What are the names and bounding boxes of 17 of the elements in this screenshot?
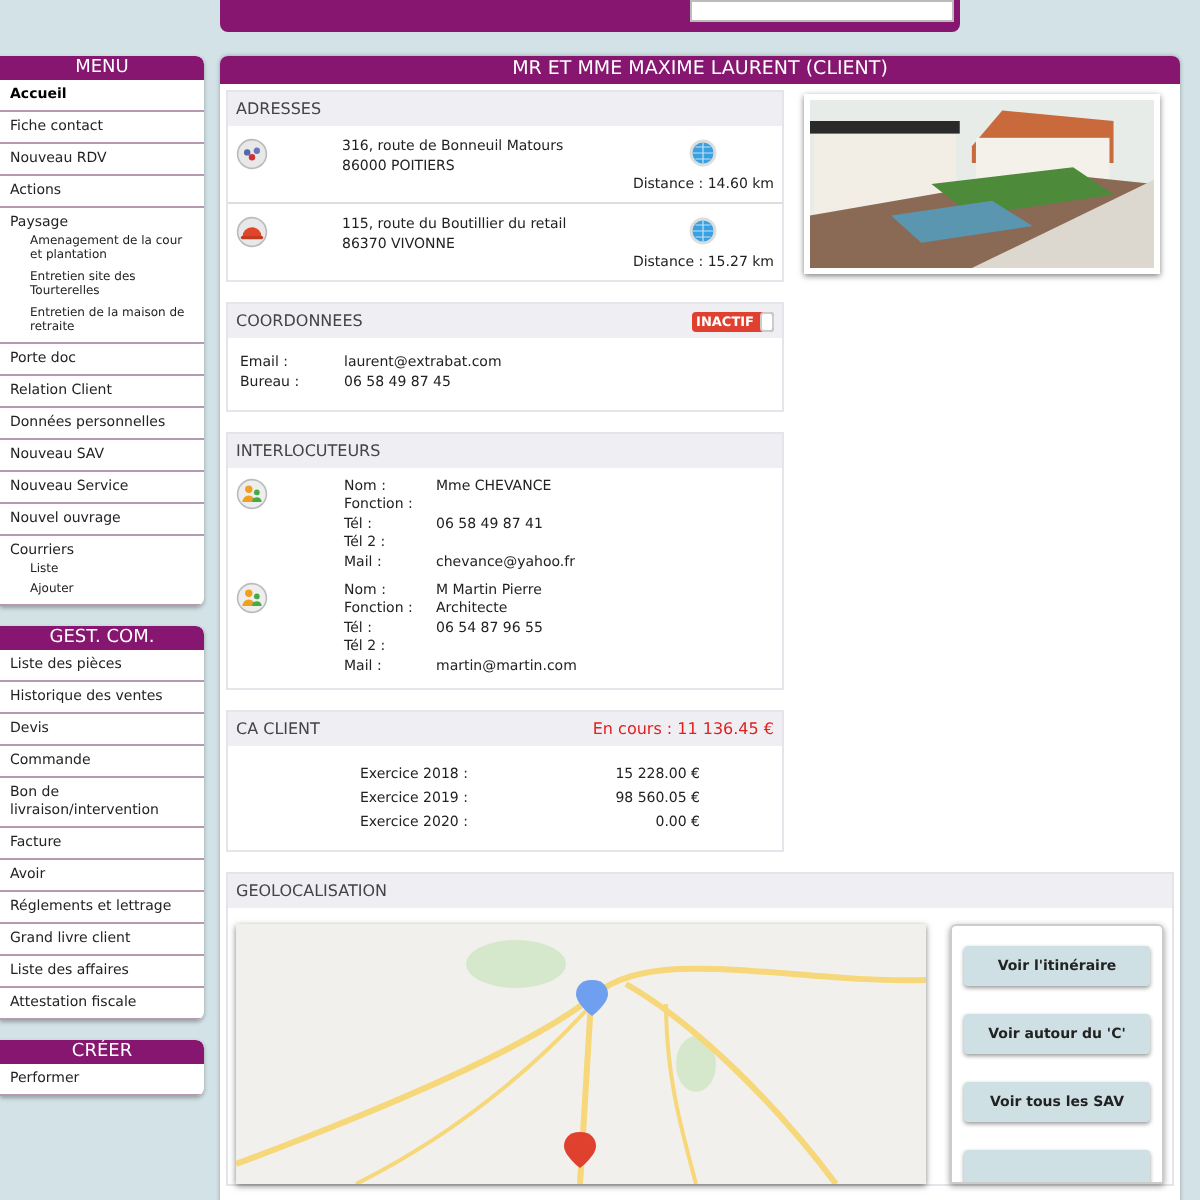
- menu-header: CRÉER: [0, 1040, 204, 1064]
- menu-header: MENU: [0, 56, 204, 80]
- current-revenue: En cours : 11 136.45 €: [592, 720, 774, 739]
- people-icon: [236, 582, 268, 615]
- hard-hat-icon: [236, 216, 268, 248]
- network-icon: [236, 138, 268, 170]
- section-title: COORDONNEES: [236, 312, 363, 330]
- search-field[interactable]: [690, 0, 954, 22]
- section-title: INTERLOCUTEURS: [236, 442, 381, 460]
- people-icon: [236, 478, 268, 510]
- client-title: MR ET MME MAXIME LAURENT (CLIENT): [220, 56, 1180, 84]
- section-title: GEOLOCALISATION: [236, 882, 387, 901]
- globe-icon[interactable]: [688, 138, 719, 168]
- section-title: CA CLIENT: [236, 720, 320, 739]
- menu-header: GEST. COM.: [0, 626, 204, 650]
- section-title: ADRESSES: [236, 100, 322, 118]
- globe-icon[interactable]: [688, 216, 719, 246]
